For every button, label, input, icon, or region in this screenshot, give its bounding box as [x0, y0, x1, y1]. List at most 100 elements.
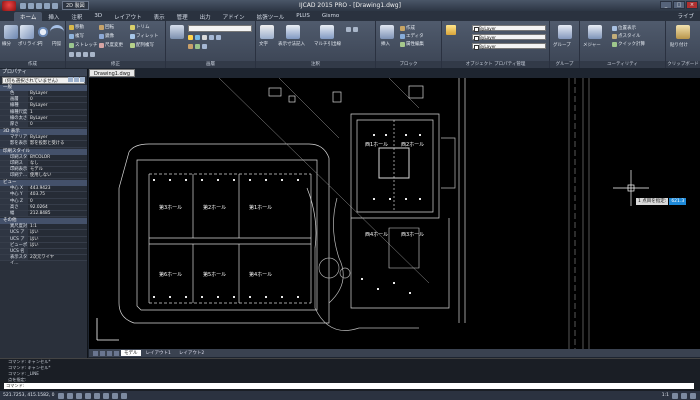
tab-plus[interactable]: PLUS: [290, 12, 316, 21]
layer-freeze-icon[interactable]: [195, 35, 200, 40]
measure-button[interactable]: メジャー: [583, 42, 601, 48]
multileader-button[interactable]: マルチ引出線: [314, 41, 341, 47]
maximize-button[interactable]: □: [673, 1, 685, 9]
tab-layout2[interactable]: レイアウト2: [176, 350, 207, 356]
document-tab-drawing1[interactable]: Drawing1.dwg: [89, 69, 135, 77]
prev-tab-icon[interactable]: [100, 350, 105, 356]
group-icon[interactable]: [558, 25, 572, 39]
clean-screen-icon[interactable]: [690, 392, 696, 399]
circle-button[interactable]: 円: [38, 41, 43, 47]
dimension-icon[interactable]: [286, 25, 300, 39]
tab-gismo[interactable]: Gismo: [316, 12, 345, 21]
layer-dropdown[interactable]: [188, 25, 252, 32]
layer-properties-icon[interactable]: [170, 25, 184, 39]
lineweight-dropdown[interactable]: ByLayer: [472, 34, 546, 41]
trim-button[interactable]: トリム: [130, 24, 150, 30]
polar-icon[interactable]: [84, 392, 91, 399]
paste-button[interactable]: 貼り付け: [670, 42, 688, 48]
text-button[interactable]: 文字: [259, 41, 268, 47]
property-row[interactable]: 影を表示 影を投影と受ける: [0, 141, 87, 148]
id-point-button[interactable]: 位置表示: [612, 25, 636, 31]
text-icon[interactable]: [260, 25, 274, 39]
tab-addins[interactable]: アドイン: [217, 12, 251, 21]
osnap-icon[interactable]: [93, 392, 100, 399]
tab-model[interactable]: モデル: [121, 350, 141, 356]
tab-home[interactable]: ホーム: [14, 12, 43, 21]
layer-lock-icon[interactable]: [202, 35, 207, 40]
group-button[interactable]: グループ: [553, 42, 571, 48]
scale-button[interactable]: 尺度変更: [99, 42, 123, 48]
erase-icon[interactable]: [69, 52, 74, 57]
block-editor-button[interactable]: エディタ: [400, 33, 424, 39]
layer-isolate-icon[interactable]: [188, 44, 193, 49]
array-button[interactable]: 配列複写: [130, 42, 154, 48]
grid-icon[interactable]: [66, 392, 73, 399]
pickadd-icon[interactable]: [80, 77, 85, 82]
move-button[interactable]: 移動: [69, 24, 84, 30]
quick-select-icon[interactable]: [68, 77, 73, 82]
arc-icon[interactable]: [50, 25, 64, 39]
create-block-button[interactable]: 作成: [400, 25, 415, 31]
copy-button[interactable]: 複写: [69, 33, 84, 39]
layer-unisolate-icon[interactable]: [195, 44, 200, 49]
explode-icon[interactable]: [76, 52, 81, 57]
layer-previous-icon[interactable]: [216, 35, 221, 40]
layer-on-icon[interactable]: [188, 35, 193, 40]
tab-output[interactable]: 出力: [194, 12, 217, 21]
point-style-button[interactable]: 点スタイル: [612, 33, 641, 39]
line-icon[interactable]: [4, 25, 18, 39]
drawing-canvas[interactable]: 第3ホール 第2ホール 第1ホール 第6ホール 第5ホール 第4ホール 西1ホー…: [89, 78, 700, 349]
ortho-icon[interactable]: [75, 392, 82, 399]
minimize-button[interactable]: _: [660, 1, 672, 9]
last-tab-icon[interactable]: [114, 350, 119, 356]
dimension-button[interactable]: 表示寸法記入: [278, 41, 305, 47]
tab-annotate[interactable]: 注釈: [65, 12, 88, 21]
insert-block-button[interactable]: 挿入: [381, 41, 390, 47]
color-dropdown[interactable]: ByLayer: [472, 25, 546, 32]
close-button[interactable]: ×: [686, 1, 698, 9]
line-button[interactable]: 線分: [2, 41, 11, 47]
offset-icon[interactable]: [83, 52, 88, 57]
tab-extension-tools[interactable]: 拡張ツール: [251, 12, 291, 21]
linetype-dropdown[interactable]: ByLayer: [472, 43, 546, 50]
first-tab-icon[interactable]: [93, 350, 98, 356]
measure-icon[interactable]: [588, 25, 602, 39]
command-input[interactable]: コマンド:: [4, 383, 694, 389]
lineweight-icon[interactable]: [120, 392, 127, 399]
insert-block-icon[interactable]: [380, 25, 394, 39]
property-row[interactable]: 厚さ 0: [0, 121, 87, 129]
edit-attributes-button[interactable]: 属性編集: [400, 41, 424, 47]
annotation-scale[interactable]: 1:1: [662, 393, 669, 398]
snap-icon[interactable]: [57, 392, 64, 399]
next-tab-icon[interactable]: [107, 350, 112, 356]
tab-live[interactable]: ライブ: [677, 12, 694, 20]
dim-style-icon[interactable]: [353, 27, 358, 32]
fillet-button[interactable]: フィレット: [130, 33, 158, 39]
match-properties-icon[interactable]: [446, 25, 456, 35]
rotate-button[interactable]: 回転: [99, 24, 114, 30]
tab-insert[interactable]: 挿入: [42, 12, 65, 21]
multileader-icon[interactable]: [320, 25, 334, 39]
table-icon[interactable]: [346, 27, 351, 32]
stretch-button[interactable]: ストレッチ: [69, 42, 98, 48]
dynamic-input-icon[interactable]: [111, 392, 118, 399]
tooltip-value-input[interactable]: 621.3: [669, 198, 687, 205]
circle-icon[interactable]: [36, 25, 50, 39]
tab-layout1[interactable]: レイアウト1: [143, 350, 174, 356]
tab-view[interactable]: 表示: [148, 12, 171, 21]
property-row[interactable]: 表示スタイ… 2次元ワイヤ: [0, 255, 87, 266]
tab-3d[interactable]: 3D: [88, 12, 108, 21]
mirror-button[interactable]: 鏡像: [99, 33, 114, 39]
workspace-icon[interactable]: [672, 392, 678, 399]
paste-icon[interactable]: [676, 25, 690, 39]
select-objects-icon[interactable]: [74, 77, 79, 82]
property-row[interactable]: 幅 212.8485: [0, 211, 87, 218]
tab-manage[interactable]: 管理: [171, 12, 194, 21]
layer-match-icon[interactable]: [209, 35, 214, 40]
lock-icon[interactable]: [681, 392, 687, 399]
arc-button[interactable]: 円弧: [52, 41, 61, 47]
tab-layout[interactable]: レイアウト: [108, 12, 148, 21]
polyline-icon[interactable]: [20, 25, 34, 39]
property-row[interactable]: 印刷テ… 使用しない: [0, 173, 87, 180]
quick-calc-button[interactable]: クイック計算: [612, 41, 645, 47]
